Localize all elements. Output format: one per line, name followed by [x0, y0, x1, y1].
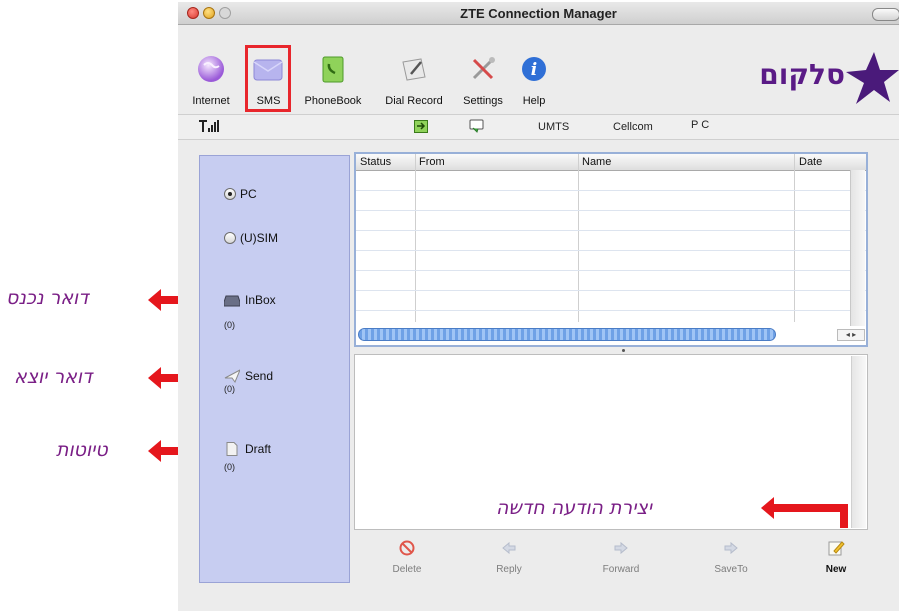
toolbar-phonebook-button[interactable]: PhoneBook	[295, 25, 371, 113]
radio-indicator	[224, 232, 236, 244]
table-row-divider	[356, 270, 866, 271]
status-bar: UMTS Cellcom P C	[178, 114, 899, 140]
save-to-icon	[724, 541, 738, 555]
radio-selected-indicator	[224, 188, 236, 200]
folder-inbox-label: InBox	[245, 293, 276, 307]
save-to-button[interactable]: SaveTo	[696, 539, 766, 575]
main-toolbar: Internet SMS PhoneBook Dial Record Setti…	[178, 25, 899, 113]
reply-label: Reply	[496, 564, 522, 575]
table-header: Status From Name Date	[356, 154, 866, 171]
annotation-inbox: דואר נכנס	[6, 287, 89, 309]
toolbar-phonebook-label: PhoneBook	[304, 95, 362, 107]
new-message-icon	[828, 541, 845, 556]
reply-button[interactable]: Reply	[474, 539, 544, 575]
window-title: ZTE Connection Manager	[460, 6, 617, 21]
message-list-table[interactable]: Status From Name Date ◂ ▸	[354, 152, 868, 347]
folder-inbox[interactable]: InBox (0)	[224, 293, 276, 330]
column-status[interactable]: Status	[360, 156, 391, 168]
table-row-divider	[356, 210, 866, 211]
storage-pc-radio[interactable]: PC	[224, 187, 257, 201]
annotation-arrow-new-message	[761, 497, 848, 519]
column-divider	[578, 154, 579, 322]
toolbar-help-button[interactable]: i Help	[514, 25, 554, 113]
folder-inbox-count: (0)	[224, 320, 235, 330]
sms-highlight-box	[245, 45, 291, 112]
dial-record-icon	[402, 58, 426, 81]
folder-draft-label: Draft	[245, 442, 272, 456]
svg-text:i: i	[531, 60, 537, 80]
delete-button[interactable]: Delete	[372, 539, 442, 575]
folder-send[interactable]: Send (0)	[224, 369, 273, 394]
storage-usim-radio[interactable]: (U)SIM	[224, 231, 278, 245]
toolbar-toggle-button[interactable]	[872, 8, 899, 21]
new-label: New	[825, 564, 847, 575]
forward-icon	[614, 541, 628, 555]
title-bar: ZTE Connection Manager	[178, 2, 899, 25]
annotation-send: דואר יוצא	[14, 366, 93, 388]
table-horizontal-scrollbar[interactable]	[358, 328, 776, 341]
column-from[interactable]: From	[419, 156, 445, 168]
network-type-text: UMTS	[538, 121, 570, 133]
signal-strength-icon	[199, 120, 219, 132]
folder-draft-count: (0)	[224, 462, 235, 472]
folder-send-label: Send	[245, 369, 274, 383]
message-status-icon	[469, 119, 484, 133]
phonebook-icon	[322, 56, 344, 83]
toolbar-dial-record-button[interactable]: Dial Record	[374, 25, 454, 113]
column-divider	[794, 154, 795, 322]
folder-send-count: (0)	[224, 384, 235, 394]
column-date[interactable]: Date	[799, 156, 822, 168]
toolbar-help-label: Help	[522, 95, 546, 107]
toolbar-internet-button[interactable]: Internet	[186, 25, 236, 113]
reply-icon	[502, 541, 516, 555]
scroll-arrows-button[interactable]: ◂ ▸	[837, 329, 865, 341]
storage-pc-label: PC	[240, 187, 257, 201]
settings-tools-icon	[472, 57, 495, 80]
annotation-new-message: יצירת הודעה חדשה	[496, 497, 652, 519]
app-window: ZTE Connection Manager Internet SMS Phon	[178, 2, 899, 611]
sms-folder-panel: PC (U)SIM InBox (0) Send (0) Draft (0)	[199, 155, 350, 583]
storage-usim-label: (U)SIM	[240, 231, 278, 245]
delete-label: Delete	[392, 564, 422, 575]
table-vertical-scrollbar[interactable]	[850, 170, 865, 326]
inbox-tray-icon	[224, 295, 240, 307]
logo-star-icon	[846, 52, 899, 104]
new-message-button[interactable]: New	[801, 539, 871, 575]
delete-icon	[399, 540, 415, 556]
column-name[interactable]: Name	[582, 156, 611, 168]
folder-draft[interactable]: Draft (0)	[224, 442, 271, 472]
annotation-arrow-new-message-stem	[840, 504, 848, 528]
table-row-divider	[356, 290, 866, 291]
forward-button[interactable]: Forward	[586, 539, 656, 575]
annotation-draft: טיוטות	[56, 439, 108, 461]
help-icon: i	[522, 57, 546, 81]
operator-text: Cellcom	[613, 121, 653, 133]
preview-vertical-scrollbar[interactable]	[851, 356, 866, 528]
save-to-label: SaveTo	[714, 564, 748, 575]
location-text: P C	[691, 119, 710, 131]
toolbar-settings-button[interactable]: Settings	[455, 25, 511, 113]
connection-status-icon	[414, 120, 428, 133]
table-row-divider	[356, 250, 866, 251]
toolbar-dial-record-label: Dial Record	[385, 95, 443, 107]
logo-text: סלקום	[759, 58, 845, 91]
globe-icon	[198, 56, 224, 82]
forward-label: Forward	[602, 564, 640, 575]
column-divider	[415, 154, 416, 322]
cellcom-logo: סלקום	[718, 50, 899, 110]
paper-plane-icon	[224, 369, 240, 383]
toolbar-internet-label: Internet	[192, 95, 230, 107]
table-row-divider	[356, 310, 866, 311]
table-row-divider	[356, 230, 866, 231]
splitter-handle[interactable]	[622, 349, 625, 352]
toolbar-settings-label: Settings	[463, 95, 503, 107]
document-icon	[226, 442, 238, 456]
table-row-divider	[356, 190, 866, 191]
